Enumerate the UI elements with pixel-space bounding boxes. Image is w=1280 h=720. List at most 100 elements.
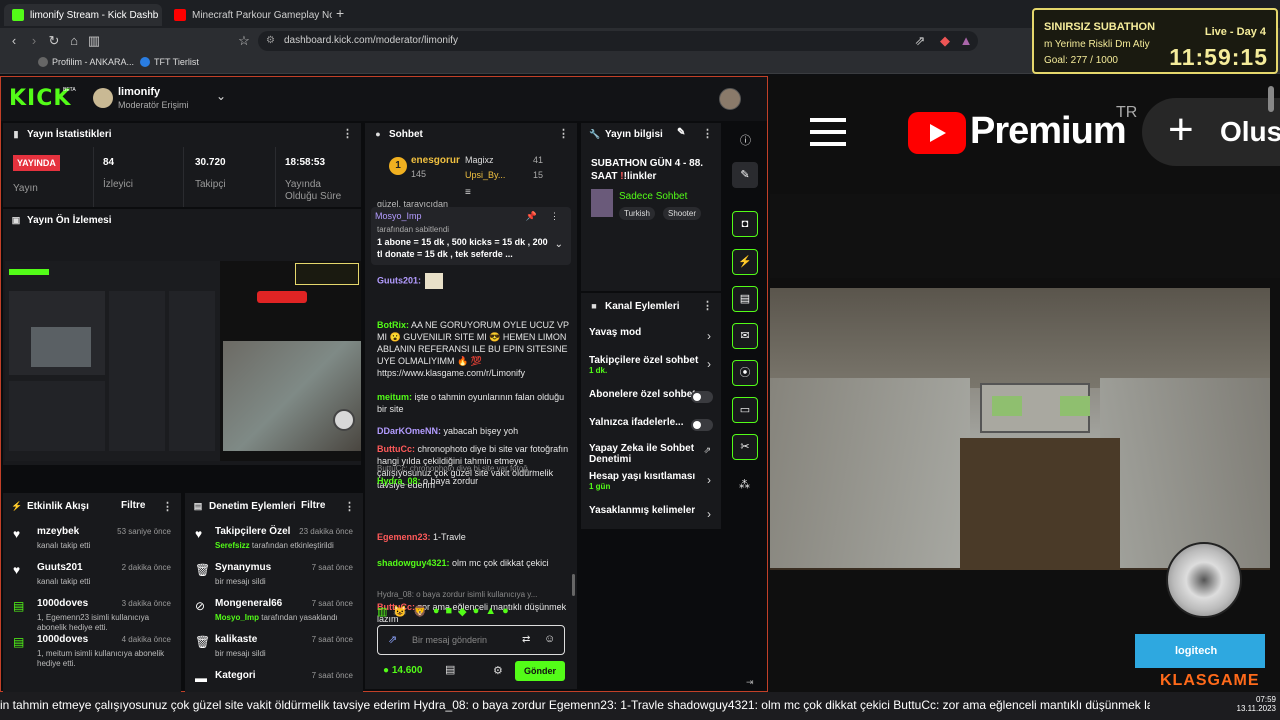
reply-icon[interactable]: ⇗ (388, 633, 397, 646)
more-options-icon[interactable]: ⋮ (344, 500, 355, 513)
send-button[interactable]: Gönder (515, 661, 565, 681)
more-options-icon[interactable]: ⋮ (550, 211, 559, 222)
minecraft-video[interactable] (770, 288, 1270, 570)
activity-item[interactable]: ♥ mzeybek 53 saniye önce kanalı takip etti (3, 521, 181, 557)
youtube-logo-icon[interactable] (908, 112, 966, 154)
kicks-balance[interactable]: ● 14.600 (383, 665, 422, 676)
emote-icon[interactable]: 😺 (393, 605, 407, 621)
chat-message[interactable]: Egemenn23: 1-Travle (377, 531, 573, 543)
chevron-right-icon[interactable]: › (707, 473, 711, 487)
create-button[interactable]: + Olus (1142, 98, 1280, 166)
more-options-icon[interactable]: ⋮ (162, 500, 173, 513)
activity-item[interactable]: ♥ Guuts201 2 dakika önce kanalı takip etti (3, 557, 181, 593)
collapse-icon[interactable]: ≡ (465, 187, 471, 198)
edit-icon[interactable]: ✎ (677, 127, 685, 138)
chat-message[interactable]: Guuts201: (377, 273, 573, 289)
preview-video[interactable] (5, 261, 361, 461)
brave-shield-icon[interactable]: ◆ (937, 33, 953, 49)
clip-icon[interactable]: ◘ (732, 211, 758, 237)
chevron-right-icon[interactable]: › (707, 329, 711, 343)
mod-action-item[interactable]: ⊘ Mongeneral66 7 saat önce Mosyo_Imp tarafı… (185, 593, 363, 629)
chevron-down-icon[interactable]: ⌄ (555, 239, 563, 250)
new-tab-icon[interactable]: + (336, 5, 344, 21)
lightning-icon[interactable]: ⚡ (732, 249, 758, 275)
emote-icon[interactable]: ■ (445, 605, 452, 621)
channel-action-item[interactable]: Yavaş mod (589, 327, 719, 338)
emote-icon[interactable]: ▲ (485, 605, 496, 621)
url-field[interactable]: ⚙ dashboard.kick.com/moderator/limonify (258, 31, 978, 51)
emote-icon[interactable]: ◆ (458, 605, 466, 621)
channel-action-item[interactable]: Hesap yaşı kısıtlaması 1 gün (589, 471, 719, 491)
site-info-icon[interactable]: ⚙ (266, 31, 275, 51)
clock[interactable]: 07:59 13.11.2023 (1196, 695, 1276, 713)
channel-switch-chevron-icon[interactable]: ⌄ (216, 89, 226, 103)
connections-icon[interactable]: ⁂ (739, 478, 750, 491)
chat-input[interactable]: ⇗ Bir mesaj gönderin ⇄ ☺ (377, 625, 565, 655)
chevron-right-icon[interactable]: › (707, 507, 711, 521)
collapse-sidebar-icon[interactable]: ⇥ (746, 677, 754, 688)
chevron-right-icon[interactable]: › (707, 357, 711, 371)
emote-icon[interactable]: ● (502, 605, 509, 621)
emote-icon[interactable]: 🦁 (413, 605, 427, 621)
store-icon[interactable]: ▤ (445, 663, 455, 676)
more-options-icon[interactable]: ⋮ (702, 127, 713, 140)
pinned-message[interactable]: Mosyo_Imp 📌 ⋮ tarafından sabitlendi 1 ab… (371, 207, 571, 265)
more-options-icon[interactable]: ⋮ (342, 127, 353, 140)
pin-icon[interactable]: 📌 (526, 211, 537, 222)
more-options-icon[interactable]: ⋮ (558, 127, 569, 140)
mod-action-item[interactable]: 🗑 kalikaste 7 saat önce bir mesajı sildi (185, 629, 363, 665)
subathon-scroll-text: m Yerime Riskli Dm Atiy (1044, 39, 1150, 50)
chat-message[interactable]: DDarKOmeNN: yabacah bişey yoh (377, 425, 573, 437)
more-options-icon[interactable]: ⋮ (702, 299, 713, 312)
toggle-switch[interactable] (691, 419, 713, 431)
category-name[interactable]: Sadece Sohbet (619, 191, 687, 202)
gear-icon[interactable]: ⚙ (493, 664, 503, 677)
close-icon[interactable]: ✕ (158, 10, 162, 21)
rewards-icon[interactable]: ▲ (958, 33, 974, 49)
chat-message[interactable]: meitum: işte o tahmin oyunlarının falan … (377, 391, 573, 415)
edit-layout-icon[interactable]: ✎ (732, 162, 758, 188)
notes-icon[interactable]: ▤ (732, 286, 758, 312)
tab-kick[interactable]: limonify Stream - Kick Dashb ✕ (4, 4, 162, 26)
channel-action-item[interactable]: Yasaklanmış kelimeler (589, 505, 719, 516)
translate-icon[interactable]: ⇄ (522, 634, 530, 645)
chat-message[interactable]: ButtuCc: chronophoto diye bi site var fo… (377, 463, 573, 487)
activity-item[interactable]: ▤ 1000doves 3 dakika önce 1, Egemenn23 isim… (3, 593, 181, 632)
emoji-icon[interactable]: ☺ (544, 633, 555, 645)
reload-icon[interactable]: ↻ (46, 33, 62, 49)
mod-action-text: tarafından yasaklandı (261, 613, 338, 622)
sidebar-icon[interactable]: ▥ (86, 33, 102, 49)
tools-icon[interactable]: ✂ (732, 434, 758, 460)
bookmark-item[interactable]: TFT Tierlist (140, 57, 199, 67)
chat-message[interactable]: shadowguy4321: olm mc çok dikkat çekici (377, 557, 573, 569)
chat-message[interactable]: BotRix: AA NE GORUYORUM OYLE UCUZ VP MI … (377, 319, 573, 379)
user-avatar[interactable] (719, 88, 741, 110)
mod-action-item[interactable]: 🗑 Synanymus 7 saat önce bir mesajı sildi (185, 557, 363, 593)
external-link-icon[interactable]: ⇗ (703, 445, 711, 456)
filter-button[interactable]: Filtre (121, 500, 145, 511)
emote-icon[interactable]: ▥ (377, 605, 387, 621)
forward-icon[interactable]: › (26, 33, 42, 49)
filter-button[interactable]: Filtre (301, 500, 325, 511)
message-icon[interactable]: ✉ (732, 323, 758, 349)
bookmark-item[interactable]: Profilim - ANKARA... (38, 57, 134, 67)
emote-icon[interactable]: ● (433, 605, 440, 621)
tab-youtube[interactable]: Minecraft Parkour Gameplay No Cop ✕ (166, 4, 332, 26)
activity-item[interactable]: ▤ 1000doves 4 dakika önce 1, meitum isimli … (3, 629, 181, 668)
layout-icon[interactable]: ▭ (732, 397, 758, 423)
info-icon[interactable]: ⓘ (740, 132, 751, 148)
home-icon[interactable]: ⌂ (66, 33, 82, 49)
activity-user: Guuts201 (37, 562, 83, 573)
page-scrollbar[interactable] (1268, 86, 1274, 112)
broadcast-icon[interactable]: ⦿ (732, 360, 758, 386)
mod-action-item[interactable]: ♥ Takipçilere Özel 23 dakika önce Serefsizz… (185, 521, 363, 557)
channel-action-item[interactable]: Yapay Zeka ile Sohbet Denetimi (589, 443, 719, 465)
menu-icon[interactable] (810, 118, 846, 146)
share-icon[interactable]: ⇗ (912, 33, 928, 49)
toggle-switch[interactable] (691, 391, 713, 403)
back-icon[interactable]: ‹ (6, 33, 22, 49)
bookmark-icon[interactable]: ☆ (236, 33, 252, 49)
chat-scrollbar[interactable] (572, 574, 575, 596)
emote-icon[interactable]: ● (473, 605, 480, 621)
channel-action-item[interactable]: Takipçilere özel sohbet 1 dk. (589, 355, 719, 375)
